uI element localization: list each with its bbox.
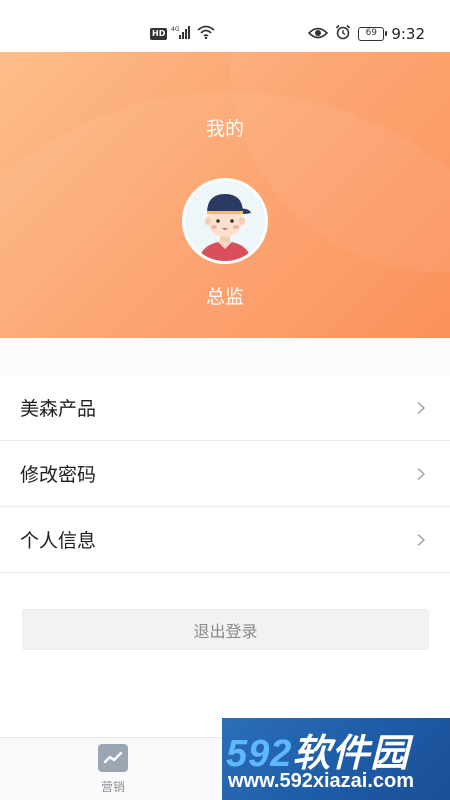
tab-label: 营销 bbox=[100, 780, 125, 794]
avatar[interactable] bbox=[182, 178, 268, 264]
chevron-right-icon bbox=[417, 533, 426, 546]
status-bar: HD 4G 69 9:32 bbox=[0, 0, 450, 52]
avatar-illustration-icon bbox=[199, 194, 251, 261]
settings-menu: 美森产品 修改密码 个人信息 bbox=[0, 375, 450, 573]
menu-item-label: 美森产品 bbox=[20, 398, 97, 420]
menu-item-change-password[interactable]: 修改密码 bbox=[0, 441, 450, 507]
menu-item-products[interactable]: 美森产品 bbox=[0, 375, 450, 441]
menu-item-personal-info[interactable]: 个人信息 bbox=[0, 507, 450, 573]
hd-badge: HD bbox=[150, 27, 168, 40]
watermark-brand-number: 592 bbox=[226, 733, 293, 775]
signal-icon: 4G bbox=[171, 24, 193, 43]
alarm-icon bbox=[335, 24, 351, 44]
chart-icon bbox=[98, 744, 128, 772]
status-time: 9:32 bbox=[391, 25, 425, 43]
status-left: HD 4G bbox=[150, 24, 215, 43]
page-title: 我的 bbox=[205, 118, 244, 140]
role-label: 总监 bbox=[205, 286, 244, 308]
wifi-icon bbox=[197, 24, 215, 43]
watermark-url: www.592xiazai.com bbox=[228, 770, 415, 792]
eye-icon bbox=[308, 25, 329, 44]
tab-marketing[interactable]: 营销 bbox=[92, 744, 134, 795]
battery-icon: 69 bbox=[358, 27, 388, 41]
signal-tag: 4G bbox=[171, 26, 180, 33]
watermark-brand: 592软件园 bbox=[226, 722, 409, 777]
watermark-brand-name: 软件园 bbox=[292, 733, 410, 775]
menu-item-label: 个人信息 bbox=[20, 530, 97, 552]
chevron-right-icon bbox=[417, 401, 426, 414]
profile-header: 我的 总监 bbox=[0, 52, 450, 338]
site-watermark: 592软件园 www.592xiazai.com bbox=[222, 718, 450, 800]
status-right: 69 9:32 bbox=[308, 24, 425, 44]
chevron-right-icon bbox=[417, 467, 426, 480]
section-divider bbox=[0, 338, 450, 375]
menu-item-label: 修改密码 bbox=[20, 464, 97, 486]
logout-button[interactable]: 退出登录 bbox=[22, 609, 429, 650]
